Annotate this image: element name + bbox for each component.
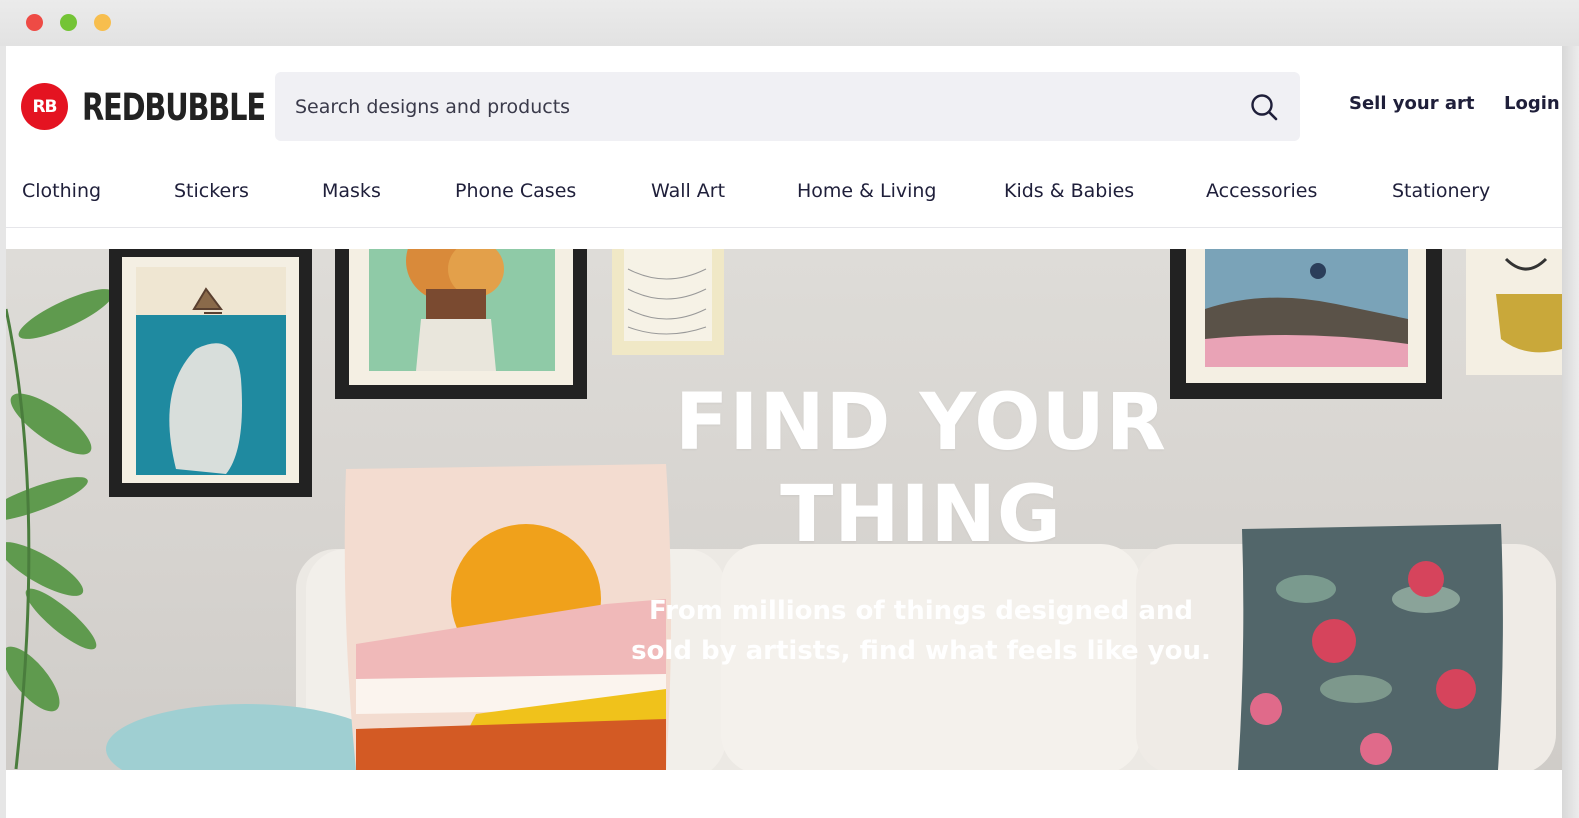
nav-item-stationery[interactable]: Stationery (1392, 180, 1490, 202)
browser-viewport: RB REDBUBBLE Sell your art Login Clothin… (6, 46, 1562, 818)
logo-mark[interactable]: RB (21, 83, 68, 130)
logo-wordmark[interactable]: REDBUBBLE (82, 86, 266, 130)
framed-print-flowers (335, 249, 587, 399)
nav-item-masks[interactable]: Masks (322, 180, 381, 202)
hero-title-line-1: FIND YOUR (675, 378, 1167, 468)
minimize-window-button[interactable] (60, 14, 77, 31)
hero-title: FIND YOUR THING (626, 377, 1216, 561)
nav-item-kids-babies[interactable]: Kids & Babies (1004, 180, 1134, 202)
hero-subtitle: From millions of things designed and sol… (606, 591, 1236, 671)
search-bar (275, 72, 1300, 141)
category-nav: Clothing Stickers Masks Phone Cases Wall… (6, 168, 1562, 228)
maximize-window-button[interactable] (94, 14, 111, 31)
hero-title-line-2: THING (780, 470, 1062, 560)
sell-your-art-link[interactable]: Sell your art (1349, 93, 1474, 114)
search-input[interactable] (275, 72, 1235, 141)
hero-subtitle-line-2: sold by artists, find what feels like yo… (631, 636, 1211, 666)
nav-spacer (6, 229, 1562, 249)
search-icon[interactable] (1249, 92, 1279, 122)
nav-item-clothing[interactable]: Clothing (22, 180, 101, 202)
nav-item-wall-art[interactable]: Wall Art (651, 180, 725, 202)
nav-item-home-living[interactable]: Home & Living (797, 180, 937, 202)
nav-item-accessories[interactable]: Accessories (1206, 180, 1317, 202)
login-link[interactable]: Login (1504, 93, 1560, 114)
site-header: RB REDBUBBLE Sell your art Login (6, 46, 1562, 168)
window-edge (1562, 46, 1579, 818)
pillow-floral (1238, 524, 1503, 770)
nav-item-phone-cases[interactable]: Phone Cases (455, 180, 576, 202)
window-titlebar (0, 0, 1579, 46)
close-window-button[interactable] (26, 14, 43, 31)
framed-print-sketch (612, 249, 724, 355)
framed-print-plant-pot (1466, 249, 1562, 375)
nav-item-stickers[interactable]: Stickers (174, 180, 249, 202)
hero-subtitle-line-1: From millions of things designed and (648, 596, 1193, 626)
framed-print-whale (109, 249, 312, 497)
plant-illustration (6, 289, 114, 770)
hero-banner[interactable]: FIND YOUR THING From millions of things … (6, 249, 1562, 770)
